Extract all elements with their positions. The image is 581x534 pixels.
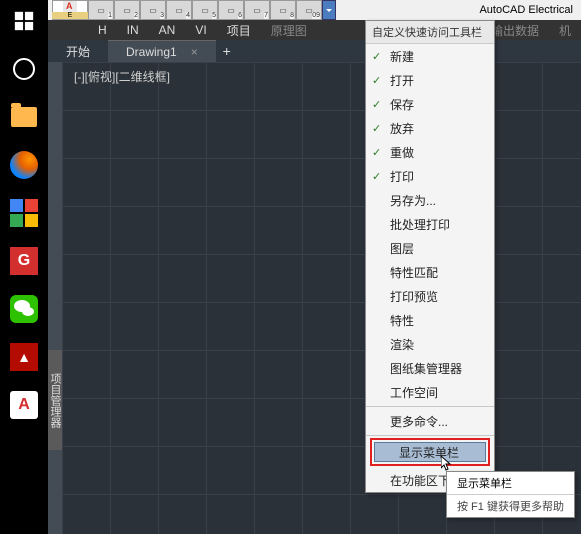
wechat-icon[interactable] bbox=[5, 290, 43, 328]
menu-item-match-props[interactable]: 特性匹配 bbox=[366, 260, 494, 284]
qat-dropdown-trigger[interactable] bbox=[322, 0, 336, 20]
menu-item-render[interactable]: 渲染 bbox=[366, 332, 494, 356]
highlighted-menu-item: 显示菜单栏 bbox=[370, 438, 490, 466]
qat-button-4[interactable]: ▭4 bbox=[166, 0, 192, 20]
menu-item-print[interactable]: ✓打印 bbox=[366, 164, 494, 188]
titlebar: E ▭1 ▭2 ▭3 ▭4 ▭5 ▭6 ▭7 ▭8 ▭09 AutoCAD El… bbox=[48, 0, 581, 20]
qat-button-5[interactable]: ▭5 bbox=[192, 0, 218, 20]
tab-drawing1[interactable]: Drawing1× bbox=[108, 40, 216, 62]
tab-home[interactable]: H bbox=[88, 23, 117, 37]
tab-an[interactable]: AN bbox=[149, 23, 186, 37]
qat-button-1[interactable]: ▭1 bbox=[88, 0, 114, 20]
drawing-canvas[interactable]: [-][俯视][二维线框] bbox=[62, 62, 581, 534]
tab-new[interactable]: + bbox=[216, 40, 238, 62]
menu-item-layers[interactable]: 图层 bbox=[366, 236, 494, 260]
qat-button-2[interactable]: ▭2 bbox=[114, 0, 140, 20]
qat-button-9[interactable]: ▭09 bbox=[296, 0, 322, 20]
document-tabs: 开始 Drawing1× + bbox=[48, 40, 581, 62]
menu-item-save[interactable]: ✓保存 bbox=[366, 92, 494, 116]
menu-item-more-commands[interactable]: 更多命令... bbox=[366, 409, 494, 433]
qat-button-6[interactable]: ▭6 bbox=[218, 0, 244, 20]
cortana-icon[interactable] bbox=[5, 50, 43, 88]
menu-item-batch-print[interactable]: 批处理打印 bbox=[366, 212, 494, 236]
menu-separator bbox=[366, 406, 494, 407]
tab-start[interactable]: 开始 bbox=[48, 40, 108, 62]
menu-item-workspace[interactable]: 工作空间 bbox=[366, 380, 494, 404]
view-label: [-][俯视][二维线框] bbox=[74, 68, 170, 85]
firefox-icon[interactable] bbox=[5, 146, 43, 184]
tab-schematic[interactable]: 原理图 bbox=[261, 22, 317, 39]
window-title: AutoCAD Electrical bbox=[479, 4, 573, 16]
tab-vi[interactable]: VI bbox=[185, 23, 216, 37]
qat-button-3[interactable]: ▭3 bbox=[140, 0, 166, 20]
qat-button-7[interactable]: ▭7 bbox=[244, 0, 270, 20]
explorer-icon[interactable] bbox=[5, 98, 43, 136]
color-app-icon[interactable] bbox=[5, 194, 43, 232]
qat-button-8[interactable]: ▭8 bbox=[270, 0, 296, 20]
tooltip-help: 按 F1 键获得更多帮助 bbox=[447, 495, 574, 517]
menu-item-new[interactable]: ✓新建 bbox=[366, 44, 494, 68]
tab-in[interactable]: IN bbox=[117, 23, 149, 37]
menu-item-open[interactable]: ✓打开 bbox=[366, 68, 494, 92]
qat-customize-menu: 自定义快速访问工具栏 ✓新建 ✓打开 ✓保存 ✓放弃 ✓重做 ✓打印 另存为..… bbox=[365, 20, 495, 493]
menu-separator bbox=[366, 435, 494, 436]
start-button[interactable] bbox=[5, 2, 43, 40]
autocad-icon[interactable]: A bbox=[5, 386, 43, 424]
quick-access-toolbar: ▭1 ▭2 ▭3 ▭4 ▭5 ▭6 ▭7 ▭8 ▭09 bbox=[88, 0, 336, 20]
menu-header: 自定义快速访问工具栏 bbox=[366, 21, 494, 44]
ribbon-tabs: H IN AN VI 项目 原理图 /输出数据 机 bbox=[48, 20, 581, 40]
menu-item-redo[interactable]: ✓重做 bbox=[366, 140, 494, 164]
os-taskbar: G ▲ A bbox=[0, 0, 48, 534]
menu-item-print-preview[interactable]: 打印预览 bbox=[366, 284, 494, 308]
red-app-icon[interactable]: G bbox=[5, 242, 43, 280]
menu-item-show-menubar[interactable]: 显示菜单栏 bbox=[374, 442, 486, 462]
menu-item-properties[interactable]: 特性 bbox=[366, 308, 494, 332]
tooltip: 显示菜单栏 按 F1 键获得更多帮助 bbox=[446, 471, 575, 518]
tab-mach[interactable]: 机 bbox=[549, 22, 581, 39]
menu-item-saveas[interactable]: 另存为... bbox=[366, 188, 494, 212]
tooltip-title: 显示菜单栏 bbox=[447, 472, 574, 495]
project-manager-palette[interactable]: 项目管理器 bbox=[48, 350, 62, 450]
menu-item-undo[interactable]: ✓放弃 bbox=[366, 116, 494, 140]
tab-project[interactable]: 项目 bbox=[217, 22, 261, 39]
menu-item-sheetset[interactable]: 图纸集管理器 bbox=[366, 356, 494, 380]
app-window: E ▭1 ▭2 ▭3 ▭4 ▭5 ▭6 ▭7 ▭8 ▭09 AutoCAD El… bbox=[48, 0, 581, 534]
adobe-icon[interactable]: ▲ bbox=[5, 338, 43, 376]
app-menu-button[interactable]: E bbox=[52, 0, 88, 20]
